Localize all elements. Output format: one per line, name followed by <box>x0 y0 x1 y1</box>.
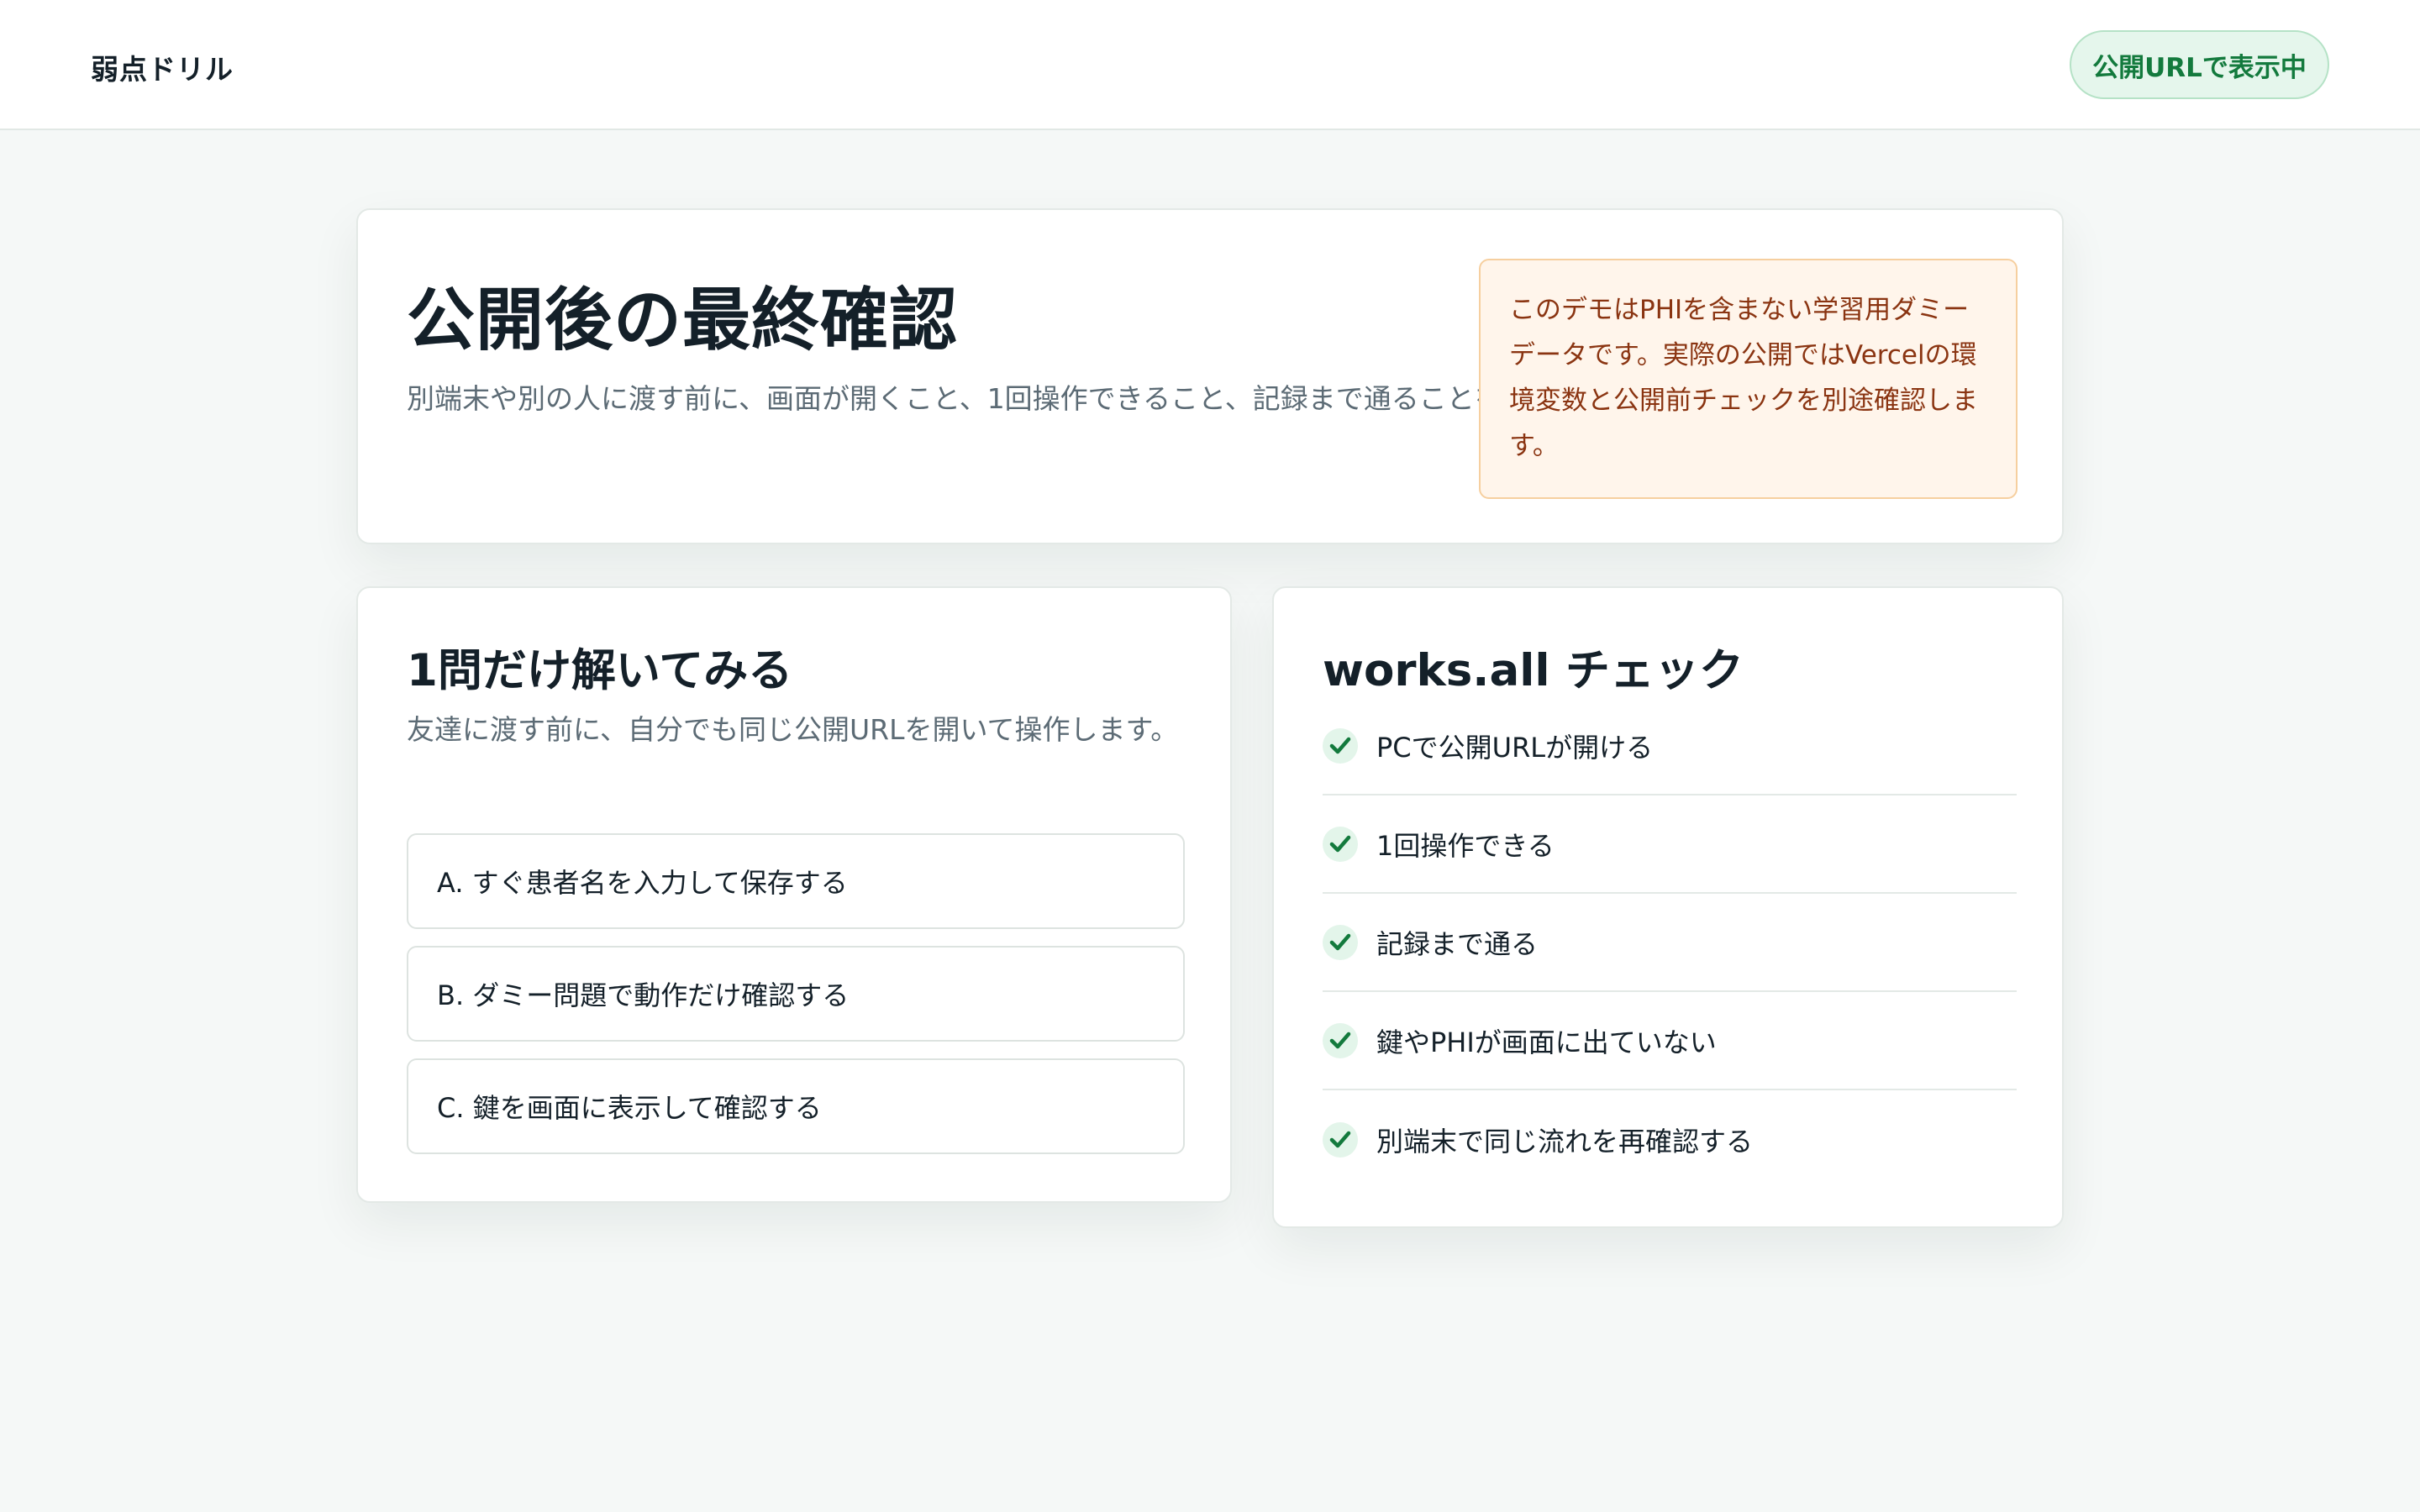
quiz-card: 1問だけ解いてみる 友達に渡す前に、自分でも同じ公開URLを開いて操作します。 … <box>356 586 1232 1203</box>
page-title: 公開後の最終確認 <box>407 281 959 360</box>
final-check-hero-card: 公開後の最終確認 別端末や別の人に渡す前に、画面が開くこと、1回操作できること、… <box>356 208 2064 544</box>
top-bar: 弱点ドリル 公開URLで表示中 <box>0 0 2420 130</box>
checklist-item: 別端末で同じ流れを再確認する <box>1323 1090 2017 1189</box>
checklist-item-label: 記録まで通る <box>1376 927 1539 960</box>
checklist-item: PCで公開URLが開ける <box>1323 697 2017 795</box>
checklist: PCで公開URLが開ける 1回操作できる 記録まで通る 鍵やPHIが画面に出てい… <box>1323 697 2017 1189</box>
brand-logo[interactable]: 弱点ドリル <box>91 47 234 87</box>
check-icon <box>1323 727 1358 764</box>
quiz-option-c[interactable]: C. 鍵を画面に表示して確認する <box>407 1058 1185 1154</box>
works-all-check-card: works.all チェック PCで公開URLが開ける 1回操作できる 記録まで… <box>1272 586 2064 1228</box>
checklist-item-label: 1回操作できる <box>1376 829 1555 862</box>
checklist-item: 記録まで通る <box>1323 894 2017 992</box>
check-icon <box>1323 924 1358 960</box>
public-url-status-badge: 公開URLで表示中 <box>2070 30 2329 99</box>
quiz-option-a[interactable]: A. すぐ患者名を入力して保存する <box>407 833 1185 929</box>
quiz-description: 友達に渡す前に、自分でも同じ公開URLを開いて操作します。 <box>407 713 1179 746</box>
quiz-title: 1問だけ解いてみる <box>407 645 793 696</box>
check-icon <box>1323 1121 1358 1158</box>
phi-notice-box: このデモはPHIを含まない学習用ダミーデータです。実際の公開ではVercelの環… <box>1479 259 2018 499</box>
checklist-title: works.all チェック <box>1323 645 1744 696</box>
check-icon <box>1323 1022 1358 1058</box>
checklist-item: 1回操作できる <box>1323 795 2017 894</box>
checklist-item-label: PCで公開URLが開ける <box>1376 731 1654 764</box>
checklist-item-label: 別端末で同じ流れを再確認する <box>1376 1125 1754 1158</box>
quiz-option-b[interactable]: B. ダミー問題で動作だけ確認する <box>407 946 1185 1042</box>
checklist-item: 鍵やPHIが画面に出ていない <box>1323 992 2017 1090</box>
checklist-item-label: 鍵やPHIが画面に出ていない <box>1376 1026 1717 1058</box>
check-icon <box>1323 826 1358 862</box>
